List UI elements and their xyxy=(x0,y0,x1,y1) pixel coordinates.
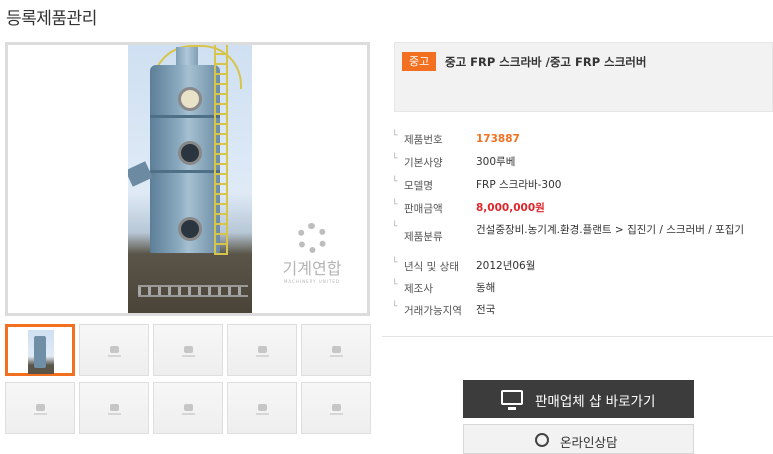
info-value: 전국 xyxy=(476,304,496,316)
info-label: 판매금액 xyxy=(404,203,443,215)
info-label: 제품번호 xyxy=(404,134,443,146)
thumbnail[interactable] xyxy=(153,324,223,376)
tower-ring xyxy=(150,115,220,118)
info-label: 년식 및 상태 xyxy=(404,261,459,273)
placeholder-icon xyxy=(36,404,45,411)
placeholder-icon xyxy=(258,346,267,353)
info-value: 300루베 xyxy=(476,156,516,168)
ground-rail xyxy=(138,285,248,297)
porthole xyxy=(178,217,202,241)
placeholder-icon xyxy=(110,404,119,411)
bullet-icon: └ xyxy=(392,222,398,232)
info-value: 동해 xyxy=(476,282,496,294)
product-title: 중고 FRP 스크라바 /중고 FRP 스크러버 xyxy=(445,55,647,69)
bullet-icon: └ xyxy=(392,131,398,141)
porthole xyxy=(178,141,202,165)
info-label: 제조사 xyxy=(404,283,433,295)
thumbnail-photo xyxy=(28,330,54,374)
info-value: 8,000,000원 xyxy=(476,202,545,214)
page-title: 등록제품관리 xyxy=(6,9,97,29)
product-title-box: 중고 중고 FRP 스크라바 /중고 FRP 스크러버 xyxy=(394,42,773,112)
product-photo xyxy=(128,45,252,313)
watermark-subtext: MACHINERY UNITED xyxy=(283,279,340,284)
ladder xyxy=(214,45,228,255)
placeholder-icon xyxy=(110,346,119,353)
monitor-icon xyxy=(501,390,523,410)
info-label: 모델명 xyxy=(404,180,433,192)
thumbnail[interactable] xyxy=(79,382,149,434)
thumbnail-active[interactable] xyxy=(5,324,75,376)
placeholder-icon xyxy=(332,404,341,411)
info-value-category-link[interactable]: 건설중장비.농기계.환경.플랜트 > 집진기 / 스크러버 / 포집기 xyxy=(476,223,748,238)
thumbnail[interactable] xyxy=(301,324,371,376)
info-value: FRP 스크라바-300 xyxy=(476,179,562,191)
shop-button-label: 판매업체 샵 바로가기 xyxy=(535,394,656,410)
placeholder-icon xyxy=(184,404,193,411)
bullet-icon: └ xyxy=(392,258,398,268)
bullet-icon: └ xyxy=(392,200,398,210)
tower-ring xyxy=(150,170,220,173)
bullet-icon: └ xyxy=(392,302,398,312)
placeholder-icon xyxy=(332,346,341,353)
placeholder-icon xyxy=(258,404,267,411)
online-consult-button[interactable]: 온라인상담 xyxy=(463,424,694,454)
bullet-icon: └ xyxy=(392,154,398,164)
thumbnail[interactable] xyxy=(227,324,297,376)
info-label: 기본사양 xyxy=(404,157,443,169)
thumbnail[interactable] xyxy=(153,382,223,434)
divider xyxy=(382,336,773,337)
info-label: 거래가능지역 xyxy=(404,305,462,317)
thumbnail[interactable] xyxy=(79,324,149,376)
placeholder-icon xyxy=(184,346,193,353)
watermark-text: 기계연합 xyxy=(282,259,342,278)
watermark-logo: 기계연합 MACHINERY UNITED xyxy=(276,223,348,284)
main-product-image: 기계연합 MACHINERY UNITED xyxy=(5,42,370,316)
info-value: 2012년06월 xyxy=(476,260,536,272)
thumbnail[interactable] xyxy=(5,382,75,434)
bullet-icon: └ xyxy=(392,280,398,290)
info-value: 173887 xyxy=(476,133,520,145)
gear-icon xyxy=(297,223,327,253)
thumbnail[interactable] xyxy=(227,382,297,434)
headset-icon xyxy=(535,433,549,447)
condition-badge: 중고 xyxy=(402,52,437,71)
gauge xyxy=(178,87,202,111)
consult-button-label: 온라인상담 xyxy=(560,435,618,450)
go-to-seller-shop-button[interactable]: 판매업체 샵 바로가기 xyxy=(463,380,694,418)
bullet-icon: └ xyxy=(392,177,398,187)
info-label: 제품분류 xyxy=(404,231,443,243)
thumbnail[interactable] xyxy=(301,382,371,434)
